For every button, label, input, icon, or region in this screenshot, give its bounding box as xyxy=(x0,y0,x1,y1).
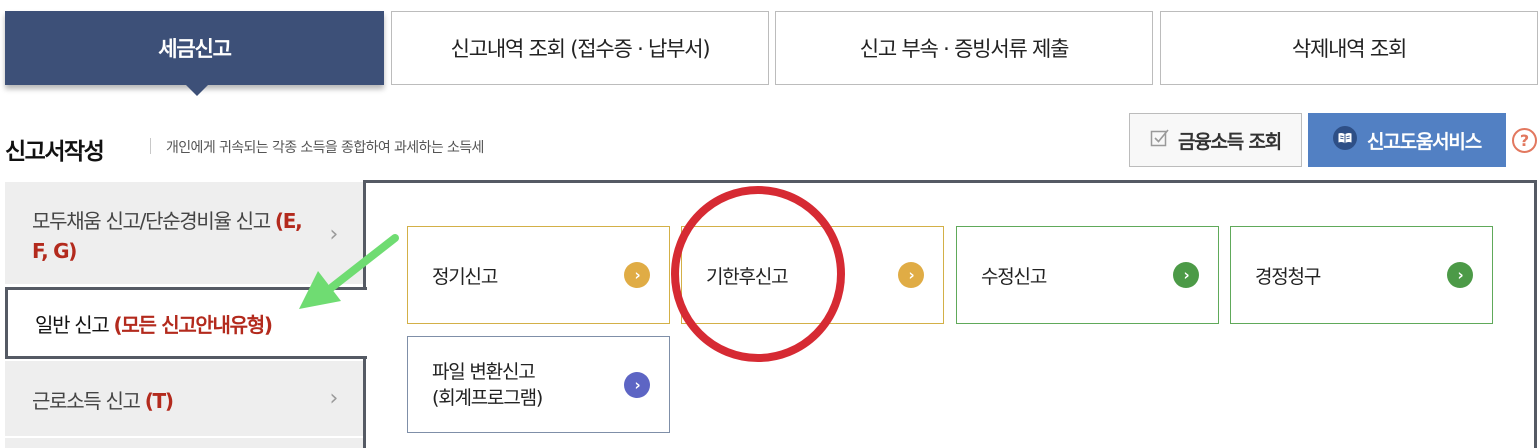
card-file-conversion-filing[interactable]: 파일 변환신고 (회계프로그램) › xyxy=(407,336,670,433)
card-label: 수정신고 xyxy=(981,265,1047,288)
card-regular-filing[interactable]: 정기신고 › xyxy=(407,226,670,324)
tab-tax-filing[interactable]: 세금신고 xyxy=(5,11,384,85)
side-item-partial xyxy=(5,438,363,448)
checkbox-icon xyxy=(1150,128,1170,153)
arrow-right-circle-icon: › xyxy=(1447,262,1473,288)
side-item-highlight: (모든 신고안내유형) xyxy=(113,313,273,337)
tab-supporting-documents[interactable]: 신고 부속 · 증빙서류 제출 xyxy=(775,11,1153,85)
section-description: 개인에게 귀속되는 각종 소득을 종합하여 과세하는 소득세 xyxy=(166,140,484,156)
book-icon xyxy=(1333,125,1358,155)
side-item-label: 일반 신고 xyxy=(35,313,114,337)
arrow-right-circle-icon: › xyxy=(1173,262,1199,288)
side-item-prefilled-filing[interactable]: 모두채움 신고/단순경비율 신고 (E, F, G) › xyxy=(5,182,363,284)
card-late-filing[interactable]: 기한후신고 › xyxy=(681,226,944,324)
tab-filing-history[interactable]: 신고내역 조회 (접수증 · 납부서) xyxy=(391,11,769,85)
side-item-label: 모두채움 신고/단순경비율 신고 xyxy=(32,209,275,233)
arrow-right-circle-icon: › xyxy=(898,262,924,288)
help-service-label: 신고도움서비스 xyxy=(1367,130,1482,153)
side-item-highlight: (T) xyxy=(144,389,174,413)
card-label: 파일 변환신고 (회계프로그램) xyxy=(432,360,543,409)
help-question-icon[interactable]: ? xyxy=(1512,128,1537,153)
card-correction-claim[interactable]: 경정청구 › xyxy=(1230,226,1493,324)
side-item-earned-income-filing[interactable]: 근로소득 신고 (T) › xyxy=(5,361,363,436)
card-label: 정기신고 xyxy=(432,265,498,288)
financial-income-button[interactable]: 금융소득 조회 xyxy=(1129,113,1302,167)
side-item-general-filing[interactable]: 일반 신고 (모든 신고안내유형) xyxy=(5,287,367,359)
financial-income-label: 금융소득 조회 xyxy=(1177,130,1282,153)
card-label: 경정청구 xyxy=(1255,265,1321,288)
chevron-right-icon: › xyxy=(329,222,339,247)
side-item-label: 근로소득 신고 xyxy=(32,389,145,413)
active-tab-pointer xyxy=(185,84,209,96)
section-divider xyxy=(150,138,151,154)
help-service-button[interactable]: 신고도움서비스 xyxy=(1308,113,1506,167)
arrow-right-circle-icon: › xyxy=(624,371,650,398)
arrow-right-circle-icon: › xyxy=(624,262,650,288)
card-label: 기한후신고 xyxy=(706,265,789,288)
tab-deleted-history[interactable]: 삭제내역 조회 xyxy=(1160,11,1538,85)
card-amended-filing[interactable]: 수정신고 › xyxy=(956,226,1219,324)
section-title: 신고서작성 xyxy=(5,139,105,165)
chevron-right-icon: › xyxy=(329,385,339,411)
